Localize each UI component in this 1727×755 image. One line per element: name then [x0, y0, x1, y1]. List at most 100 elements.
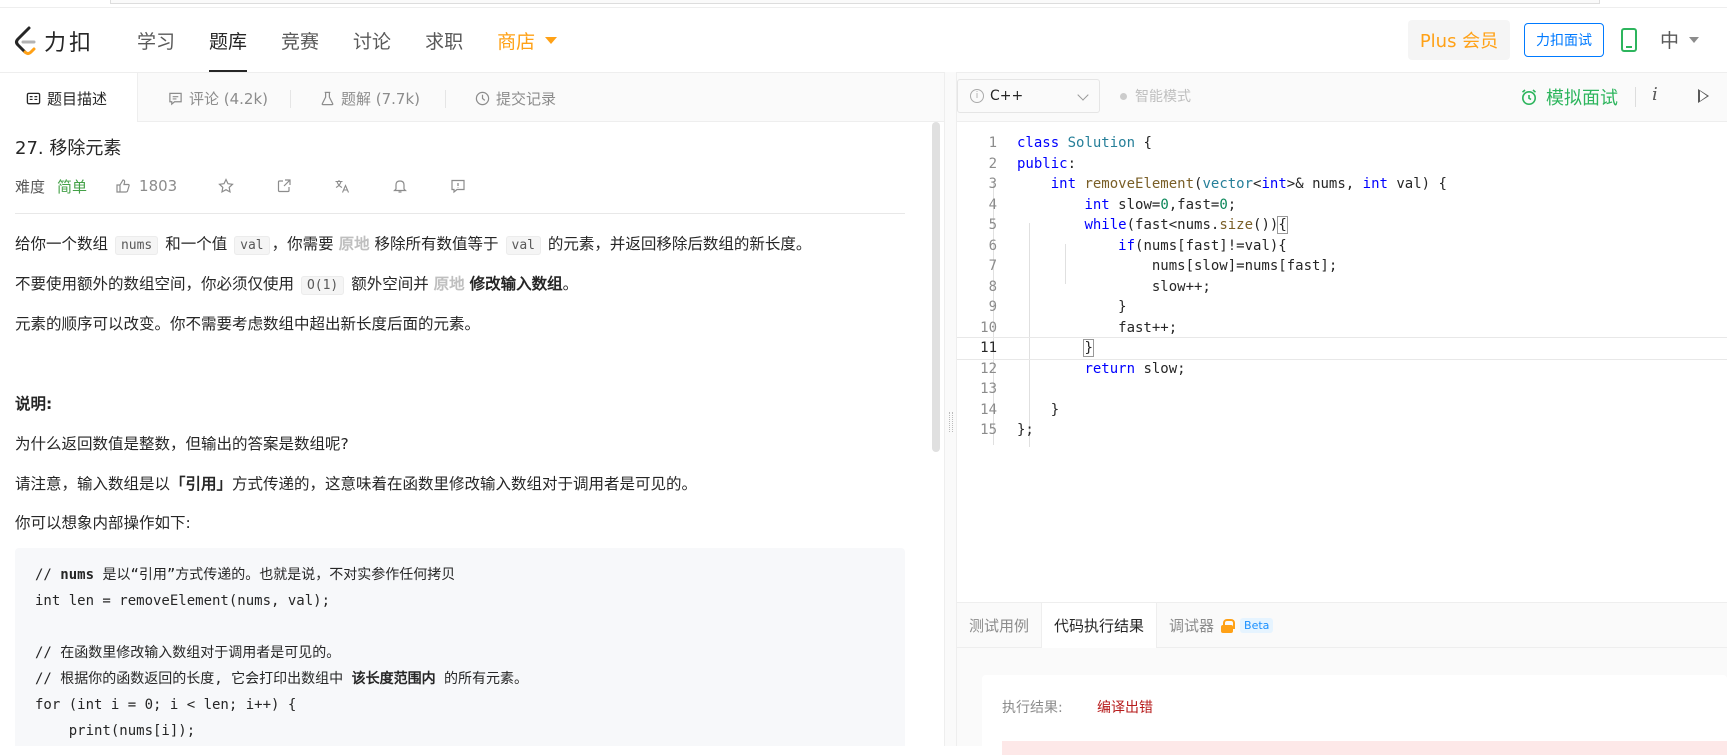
result-status: 编译出错: [1097, 700, 1153, 716]
chevron-down-icon: [1077, 89, 1089, 101]
feedback-icon: [451, 179, 465, 194]
problem-tabbar: 题目描述 评论 (4.2k) 题解 (7.7k) 提交记录: [0, 72, 957, 124]
difficulty-label: 难度: [15, 177, 46, 196]
share-icon: [278, 179, 291, 193]
notification-button[interactable]: [391, 177, 409, 195]
problem-meta: 难度 简单 1803: [15, 174, 467, 198]
flask-icon: [321, 91, 334, 105]
note-heading: 说明:: [15, 395, 53, 413]
difficulty-badge: 简单: [57, 177, 88, 196]
problem-title: 27. 移除元素: [15, 138, 122, 159]
share-button[interactable]: [275, 177, 293, 195]
nav-discuss[interactable]: 讨论: [336, 8, 408, 72]
tab-description[interactable]: 题目描述: [0, 73, 138, 124]
translate-icon: [335, 180, 350, 193]
code-line: 10 fast++;: [980, 319, 1178, 336]
description-paragraph: 不要使用额外的数组空间，你必须仅使用 O(1) 额外空间并 原地 修改输入数组。: [15, 275, 579, 295]
top-strip: [0, 0, 1727, 8]
tab-debugger-label: 调试器: [1169, 617, 1215, 635]
nav-jobs[interactable]: 求职: [408, 8, 480, 72]
bell-icon: [393, 180, 408, 193]
tab-submissions[interactable]: 提交记录: [475, 73, 556, 123]
code-line: print(nums[i]);: [35, 723, 196, 739]
result-box: 执行结果: 编译出错: [982, 675, 1727, 755]
tab-comments-label: 评论 (4.2k): [189, 89, 269, 108]
pane-splitter[interactable]: [944, 72, 957, 746]
smart-mode-toggle[interactable]: 智能模式: [1120, 86, 1191, 106]
code-line: 14 }: [980, 401, 1060, 418]
play-icon[interactable]: [1698, 89, 1709, 103]
code-line: for (int i = 0; i < len; i++) {: [35, 697, 297, 713]
nav-contest[interactable]: 竞赛: [264, 8, 336, 72]
alarm-clock-icon: [1521, 89, 1537, 105]
drag-handle[interactable]: [949, 412, 953, 432]
leetcode-logo-icon: [15, 26, 36, 55]
star-icon: [218, 178, 235, 194]
mobile-app-icon[interactable]: [1621, 28, 1637, 52]
example-code-block: // nums 是以“引用”方式传递的。也就是说，不对实参作任何拷贝 int le…: [15, 548, 905, 746]
code-line: 3 int removeElement(vector<int>& nums, i…: [988, 176, 1447, 193]
leetcode-logo[interactable]: 力扣: [12, 24, 94, 58]
tab-debugger[interactable]: 调试器 Beta: [1157, 603, 1285, 648]
chevron-down-icon: [1689, 36, 1700, 43]
language-switcher[interactable]: 中: [1660, 26, 1700, 53]
tab-description-label: 题目描述: [47, 90, 108, 108]
interview-button[interactable]: 力扣面试: [1524, 23, 1604, 57]
code-line: 6 if(nums[fast]!=val){: [988, 237, 1287, 254]
language-select-value: C++: [990, 88, 1024, 104]
top-nav: 力扣 学习 题库 竞赛 讨论 求职 商店 Plus 会员 力扣面试 中: [0, 8, 1727, 72]
nav-problemset[interactable]: 题库: [192, 8, 264, 72]
code-line: 13: [980, 381, 997, 398]
tab-comments[interactable]: 评论 (4.2k): [168, 73, 268, 123]
result-label: 执行结果:: [1002, 700, 1063, 716]
info-icon: i: [970, 89, 984, 103]
beta-badge: Beta: [1240, 618, 1274, 633]
feedback-button[interactable]: [449, 177, 467, 195]
language-select[interactable]: i C++: [957, 79, 1100, 113]
language-label: 中: [1660, 30, 1680, 52]
thumbs-up-icon: [116, 179, 130, 193]
status-dot: [1120, 92, 1127, 100]
code-line: 5 while(fast<nums.size()){: [988, 216, 1288, 235]
error-message-bar: [1002, 741, 1727, 755]
code-line-current: 11 }: [957, 337, 1727, 360]
code-editor[interactable]: 1 class Solution { 2 public: 3 int removeE…: [957, 122, 1727, 602]
smart-mode-label: 智能模式: [1135, 89, 1191, 105]
code-line: int len = removeElement(nums, val);: [35, 593, 331, 609]
info-button[interactable]: i: [1652, 84, 1658, 105]
like-count: 1803: [139, 177, 178, 195]
tab-testcase[interactable]: 测试用例: [957, 603, 1041, 648]
lock-icon: [1220, 618, 1236, 633]
description-icon: [26, 92, 41, 105]
description-scrollbar[interactable]: [932, 122, 940, 452]
description-paragraph: 为什么返回数值是整数，但输出的答案是数组呢?: [15, 435, 349, 453]
like-button[interactable]: 1803: [115, 177, 177, 195]
description-paragraph: 请注意，输入数组是以「引用」方式传递的，这意味着在函数里修改输入数组对于调用者是…: [15, 475, 698, 493]
translate-button[interactable]: [333, 177, 351, 195]
code-line: 7 nums[slow]=nums[fast];: [988, 258, 1338, 275]
mock-interview-button[interactable]: 模拟面试: [1520, 84, 1618, 110]
code-line: 15};: [980, 422, 1034, 439]
tab-execution-result[interactable]: 代码执行结果: [1041, 603, 1158, 648]
code-line: 9 }: [988, 299, 1127, 316]
favorite-button[interactable]: [217, 177, 235, 195]
result-panel: 测试用例 代码执行结果 调试器 Beta 执行结果: 编译出错: [957, 602, 1727, 755]
tab-solutions[interactable]: 题解 (7.7k): [320, 73, 420, 123]
clock-icon: [475, 91, 490, 105]
description-paragraph: 你可以想象内部操作如下:: [15, 514, 191, 532]
plus-member-button[interactable]: Plus 会员: [1408, 20, 1510, 60]
tab-solutions-label: 题解 (7.7k): [341, 89, 421, 108]
description-paragraph: 给你一个数组 nums 和一个值 val ，你需要 原地 移除所有数值等于 val…: [15, 235, 812, 255]
nav-store-label: 商店: [497, 30, 536, 53]
description-paragraph: 元素的顺序可以改变。你不需要考虑数组中超出新长度后面的元素。: [15, 315, 481, 333]
code-line: 1 class Solution {: [988, 135, 1152, 152]
nav-store[interactable]: 商店: [480, 8, 574, 72]
nav-learn[interactable]: 学习: [120, 8, 192, 72]
logo-text: 力扣: [44, 31, 95, 56]
code-line: // nums 是以“引用”方式传递的。也就是说，不对实参作任何拷贝: [35, 567, 456, 583]
code-line: 8 slow++;: [988, 278, 1211, 295]
code-line: 12 return slow;: [980, 360, 1186, 377]
code-line: // 根据你的函数返回的长度, 它会打印出数组中 该长度范围内 的所有元素。: [35, 671, 529, 687]
problem-description: 27. 移除元素 难度 简单 1803 给你一个数组 nums 和一个值 val…: [0, 122, 940, 746]
